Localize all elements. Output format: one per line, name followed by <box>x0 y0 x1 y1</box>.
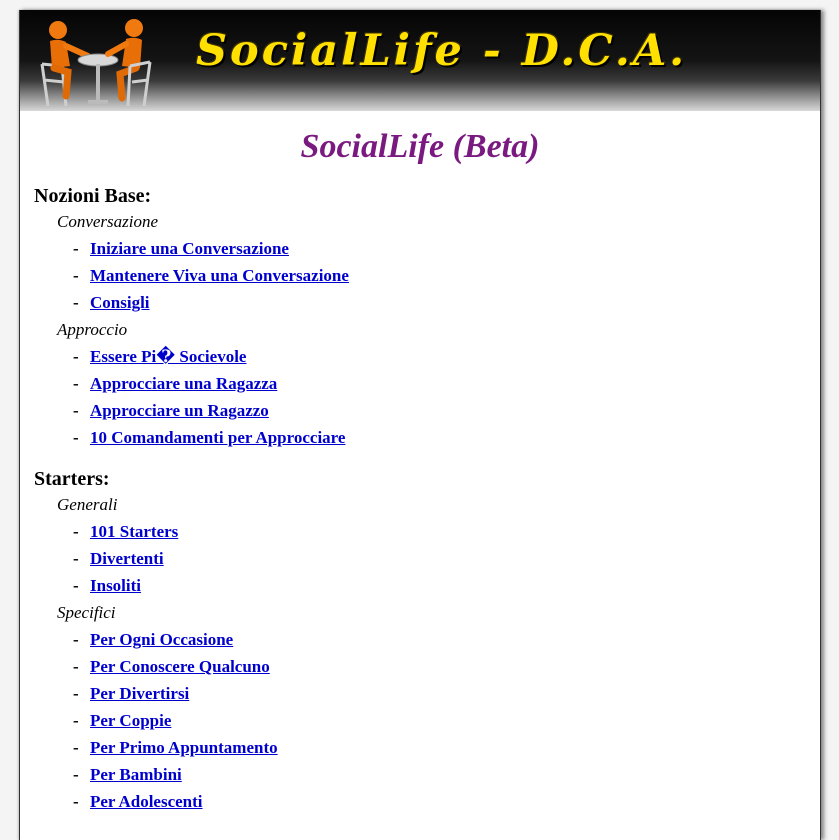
list-item: - Mantenere Viva una Conversazione <box>73 266 349 285</box>
link-list: - Per Ogni Occasione - Per Conoscere Qualc… <box>34 626 806 815</box>
link-divertenti[interactable]: Divertenti <box>90 549 164 568</box>
link-per-coppie[interactable]: Per Coppie <box>90 711 171 730</box>
list-item: - Insoliti <box>73 576 142 595</box>
section-starters: Starters: Generali -101 Starters - Divert… <box>34 467 806 815</box>
section-title: Starters: <box>34 468 110 490</box>
site-banner: SocialLife - D.C.A. <box>20 10 820 111</box>
link-mantenere-conversazione[interactable]: Mantenere Viva una Conversazione <box>90 266 349 285</box>
page-title: SocialLife (Beta) <box>300 128 540 165</box>
link-101-starters[interactable]: 101 Starters <box>90 522 178 541</box>
link-approcciare-ragazzo[interactable]: Approcciare un Ragazzo <box>90 401 269 420</box>
link-per-conoscere-qualcuno[interactable]: Per Conoscere Qualcuno <box>90 657 270 676</box>
link-10-comandamenti[interactable]: 10 Comandamenti per Approcciare <box>90 428 345 447</box>
link-insoliti[interactable]: Insoliti <box>90 576 141 595</box>
list-item: - Per Coppie <box>73 711 172 730</box>
link-essere-socievole[interactable]: Essere Pi� Socievole <box>90 347 246 366</box>
list-item: -101 Starters <box>73 522 179 541</box>
section-title: Nozioni Base: <box>34 185 152 207</box>
banner-title: SocialLife - D.C.A. <box>196 26 688 76</box>
group-label: Specifici <box>57 603 116 622</box>
group-label: Approccio <box>57 320 128 339</box>
group-label: Conversazione <box>57 212 159 231</box>
list-item: - Per Bambini <box>73 765 182 784</box>
list-item: - Per Divertirsi <box>73 684 190 703</box>
list-item: - Per Conoscere Qualcuno <box>73 657 270 676</box>
link-approcciare-ragazza[interactable]: Approcciare una Ragazza <box>90 374 277 393</box>
list-item: - Per Ogni Occasione <box>73 630 234 649</box>
section-nozioni-base: Nozioni Base: Conversazione - Iniziare un… <box>34 184 806 451</box>
link-per-adolescenti[interactable]: Per Adolescenti <box>90 792 203 811</box>
link-iniziare-conversazione[interactable]: Iniziare una Conversazione <box>90 239 289 258</box>
list-item: - Approcciare un Ragazzo <box>73 401 269 420</box>
link-per-primo-appuntamento[interactable]: Per Primo Appuntamento <box>90 738 278 757</box>
link-list: - Iniziare una Conversazione - Mantenere V… <box>34 235 806 316</box>
list-item: - Per Primo Appuntamento <box>73 738 278 757</box>
list-item: - Iniziare una Conversazione <box>73 239 289 258</box>
list-item: - Divertenti <box>73 549 164 568</box>
link-per-bambini[interactable]: Per Bambini <box>90 765 182 784</box>
two-people-at-table-icon <box>40 19 152 107</box>
link-per-divertirsi[interactable]: Per Divertirsi <box>90 684 189 703</box>
link-list: - Essere Pi� Socievole - Approcciare una R… <box>34 343 806 451</box>
group-label: Generali <box>57 495 118 514</box>
list-item: -10 Comandamenti per Approcciare <box>73 428 346 447</box>
content: Nozioni Base: Conversazione - Iniziare un… <box>20 184 820 815</box>
list-item: - Essere Pi� Socievole <box>73 347 247 366</box>
link-list: -101 Starters - Divertenti - Insoliti <box>34 518 806 599</box>
list-item: - Approcciare una Ragazza <box>73 374 278 393</box>
list-item: - Per Adolescenti <box>73 792 203 811</box>
link-consigli[interactable]: Consigli <box>90 293 150 312</box>
list-item: - Consigli <box>73 293 150 312</box>
link-per-ogni-occasione[interactable]: Per Ogni Occasione <box>90 630 233 649</box>
page-container: SocialLife - D.C.A. SocialLife (Beta) No… <box>19 10 821 840</box>
